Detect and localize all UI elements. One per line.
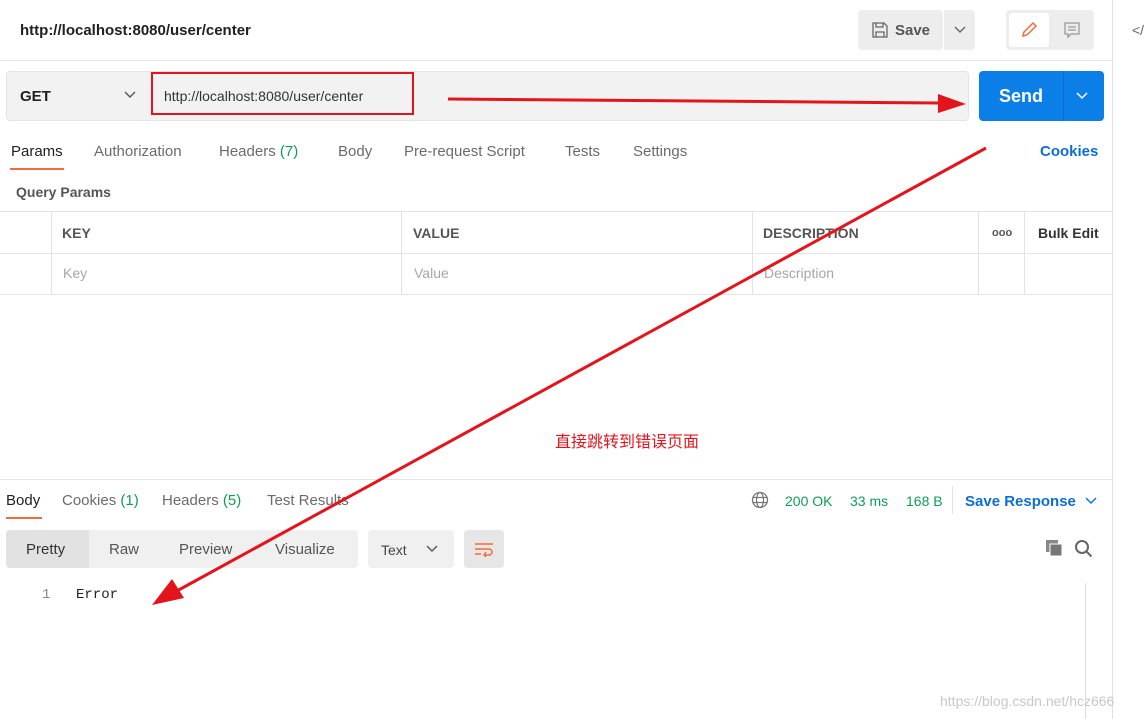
arrow-to-response [152,146,987,605]
watermark: https://blog.csdn.net/hcz666 [940,693,1115,709]
arrow-to-send [447,94,966,113]
annotation-arrows [152,94,987,605]
